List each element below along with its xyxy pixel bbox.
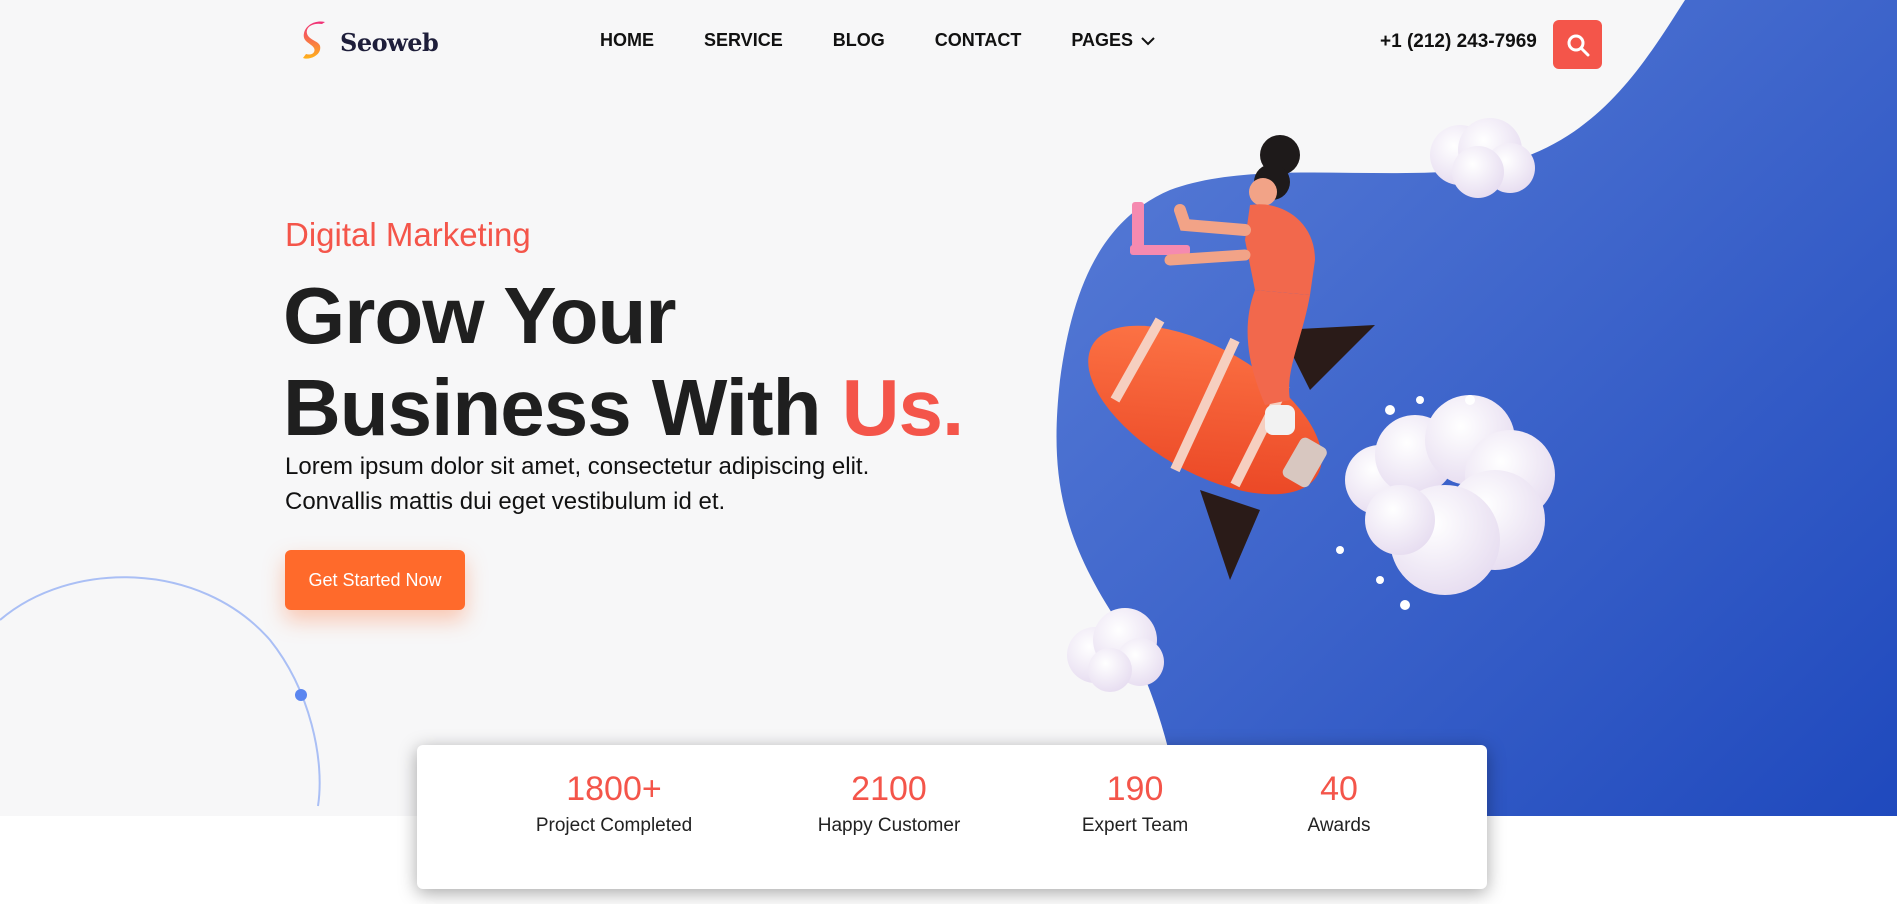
exhaust-cloud-icon [1336, 395, 1555, 610]
lead-line-2: Convallis mattis dui eget vestibulum id … [285, 488, 726, 515]
logo-text: Seoweb [340, 27, 439, 57]
stat-team: 190 Expert Team [1082, 767, 1188, 837]
stat-customers: 2100 Happy Customer [818, 767, 961, 837]
cloud-bottom-icon [1067, 608, 1164, 692]
hero-description: Lorem ipsum dolor sit amet, consectetur … [285, 449, 1005, 519]
search-icon [1567, 34, 1589, 56]
headline-accent: Us. [841, 363, 964, 452]
stat-label: Happy Customer [817, 815, 961, 836]
headline-line-2: Business With [283, 363, 842, 452]
main-nav: HOME SERVICE BLOG CONTACT PAGES [600, 30, 1205, 51]
nav-item-service[interactable]: SERVICE [704, 30, 783, 51]
stat-value: 40 [1320, 770, 1358, 808]
rocket-illustration [1067, 118, 1555, 692]
nav-item-contact[interactable]: CONTACT [935, 30, 1022, 51]
nav-label: HOME [600, 30, 654, 50]
nav-label: CONTACT [934, 30, 1022, 50]
stat-value: 190 [1106, 770, 1164, 808]
nav-item-pages[interactable]: PAGES [1071, 30, 1155, 51]
hero-eyebrow: Digital Marketing [285, 216, 531, 253]
nav-item-home[interactable]: HOME [600, 30, 654, 51]
nav-label: SERVICE [704, 30, 783, 50]
stat-label: Project Completed [535, 815, 693, 836]
rocket-fin-bottom [1200, 490, 1260, 580]
site-logo[interactable]: Seoweb [300, 20, 439, 64]
hero-section: Seoweb HOME SERVICE BLOG CONTACT PAGES +… [0, 0, 1897, 816]
nav-label: BLOG [832, 30, 885, 50]
chevron-down-icon [1141, 36, 1155, 45]
stat-value: 1800+ [566, 770, 662, 808]
lead-line-1: Lorem ipsum dolor sit amet, consectetur … [285, 453, 870, 480]
phone-number[interactable]: +1 (212) 243-7969 [1380, 31, 1537, 53]
logo-icon [303, 21, 325, 59]
search-button[interactable] [1553, 20, 1602, 69]
stat-value: 2100 [851, 770, 927, 808]
nav-label: PAGES [1071, 30, 1134, 50]
stats-card: 1800+ Project Completed 2100 Happy Custo… [417, 745, 1487, 889]
stat-label: Awards [1307, 815, 1371, 836]
headline-line-1: Grow Your [283, 271, 677, 360]
nav-item-blog[interactable]: BLOG [833, 30, 885, 51]
stat-awards: 40 Awards [1307, 767, 1370, 837]
stat-label: Expert Team [1081, 815, 1189, 836]
cloud-top-icon [1430, 118, 1535, 198]
stat-projects: 1800+ Project Completed [536, 767, 692, 837]
get-started-button[interactable]: Get Started Now [285, 550, 465, 610]
hero-headline: Grow Your Business With Us. [283, 270, 964, 454]
